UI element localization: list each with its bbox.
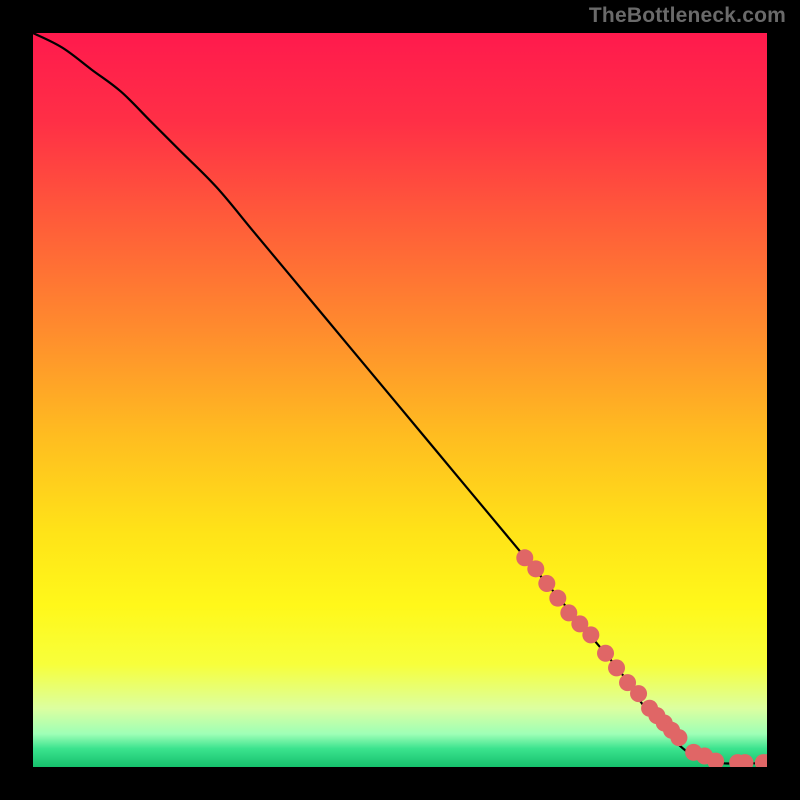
gradient-background [33, 33, 767, 767]
chart-frame: TheBottleneck.com [0, 0, 800, 800]
chart-svg [33, 33, 767, 767]
plot-area [33, 33, 767, 767]
sample-marker [582, 626, 599, 643]
sample-marker [630, 685, 647, 702]
sample-marker [549, 590, 566, 607]
sample-marker [538, 575, 555, 592]
sample-marker [527, 560, 544, 577]
sample-marker [597, 645, 614, 662]
sample-marker [670, 729, 687, 746]
sample-marker [608, 659, 625, 676]
watermark-text: TheBottleneck.com [589, 4, 786, 28]
